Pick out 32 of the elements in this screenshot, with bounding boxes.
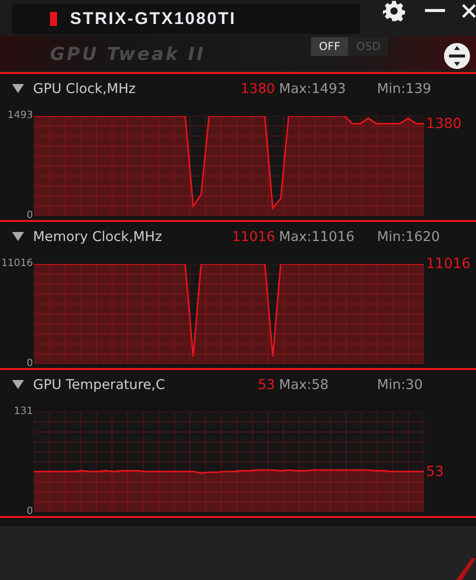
accent-bar-icon <box>50 12 57 26</box>
metric-title: Memory Clock,MHz <box>33 229 164 245</box>
current-value: 53 <box>256 377 275 393</box>
y-axis-label: 11016 <box>1 259 33 269</box>
osd-toggle-option[interactable]: OFF <box>311 37 348 56</box>
current-value-label: 1380 <box>426 116 462 131</box>
metric-title: GPU Clock,MHz <box>33 81 137 97</box>
collapse-triangle-icon[interactable] <box>12 84 24 94</box>
max-value: Max:58 <box>279 377 330 393</box>
metric-title: GPU Temperature,C <box>33 377 166 393</box>
y-axis-label: 0 <box>26 507 33 517</box>
current-value-label: 53 <box>426 464 444 479</box>
collapse-triangle-icon[interactable] <box>12 232 24 242</box>
current-value: 11016 <box>231 229 275 245</box>
close-icon[interactable] <box>462 4 476 18</box>
y-axis-label: 1493 <box>8 111 33 121</box>
min-value: Min:139 <box>377 81 432 97</box>
y-axis-label: 0 <box>26 359 33 369</box>
settings-icon[interactable] <box>383 0 405 22</box>
max-value: Max:1493 <box>279 81 347 97</box>
corner-stripe-icon <box>456 558 476 580</box>
window-title: STRIX-GTX1080TI <box>70 9 236 29</box>
minimize-icon[interactable] <box>425 9 445 13</box>
current-value-label: 11016 <box>426 257 471 271</box>
max-value: Max:11016 <box>279 229 356 245</box>
move-arrows-icon[interactable] <box>443 42 471 70</box>
y-axis-label: 131 <box>14 407 33 417</box>
min-value: Min:30 <box>377 377 423 393</box>
current-value: 1380 <box>240 81 275 97</box>
collapse-triangle-icon[interactable] <box>12 380 24 390</box>
y-axis-label: 0 <box>26 211 33 221</box>
min-value: Min:1620 <box>377 229 440 245</box>
